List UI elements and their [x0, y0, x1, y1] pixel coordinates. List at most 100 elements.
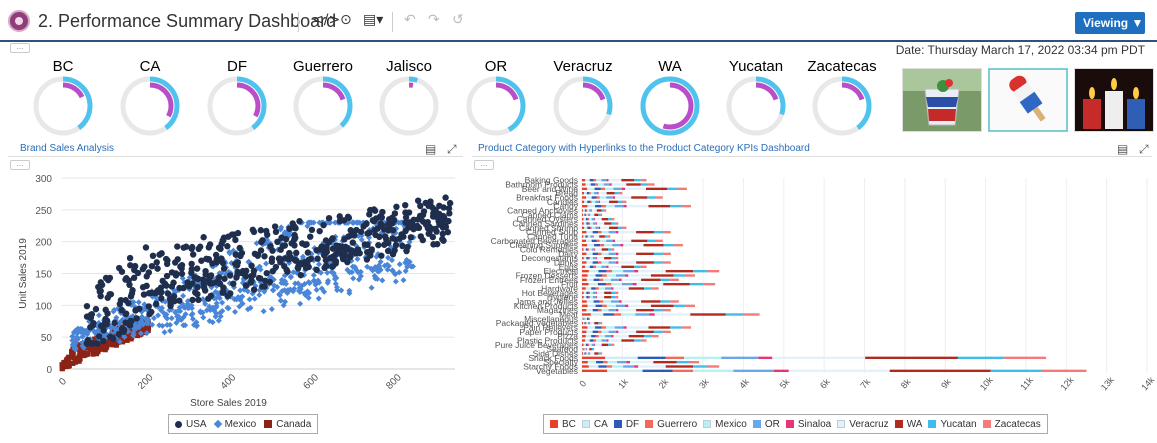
- bar-segment[interactable]: [589, 256, 593, 260]
- bar-segment[interactable]: [586, 300, 594, 303]
- bar-segment[interactable]: [583, 235, 586, 238]
- bar-segment[interactable]: [614, 204, 624, 208]
- data-point-usa[interactable]: [402, 201, 409, 209]
- data-point-usa[interactable]: [233, 262, 241, 269]
- bar-segment[interactable]: [588, 222, 590, 225]
- data-point-canada[interactable]: [109, 342, 115, 348]
- bar-segment[interactable]: [646, 187, 667, 191]
- bar-segment[interactable]: [634, 269, 639, 273]
- data-point-usa[interactable]: [389, 235, 396, 242]
- bar-segment[interactable]: [587, 204, 596, 208]
- bar-segment[interactable]: [597, 191, 599, 195]
- bar-segment[interactable]: [990, 369, 1042, 373]
- bar-segment[interactable]: [598, 352, 601, 355]
- data-point-usa[interactable]: [259, 283, 266, 290]
- data-point-usa[interactable]: [291, 236, 298, 243]
- bar-segment[interactable]: [594, 243, 601, 247]
- bar-segment[interactable]: [609, 226, 618, 230]
- bar-segment[interactable]: [588, 295, 590, 299]
- data-point-usa[interactable]: [131, 262, 139, 270]
- reset-icon[interactable]: ↺: [452, 12, 464, 28]
- data-point-usa[interactable]: [332, 260, 339, 267]
- bar-segment[interactable]: [582, 330, 587, 334]
- data-point-usa[interactable]: [267, 243, 274, 250]
- bar-segment[interactable]: [651, 334, 659, 338]
- bar-segment[interactable]: [583, 295, 587, 299]
- bar-segment[interactable]: [587, 243, 595, 247]
- bar-segment[interactable]: [582, 235, 584, 238]
- bar-segment[interactable]: [582, 352, 584, 355]
- data-point-usa[interactable]: [168, 269, 176, 276]
- bar-segment[interactable]: [693, 365, 707, 368]
- bar-segment[interactable]: [621, 282, 633, 286]
- bar-segment[interactable]: [589, 213, 591, 217]
- bar-segment[interactable]: [585, 183, 591, 186]
- bar-segment[interactable]: [597, 330, 602, 334]
- data-point-usa[interactable]: [134, 269, 142, 277]
- bar-segment[interactable]: [582, 282, 589, 286]
- data-point-usa[interactable]: [382, 233, 389, 240]
- bar-segment[interactable]: [618, 191, 623, 195]
- bar-segment[interactable]: [592, 261, 598, 264]
- bar-segment[interactable]: [631, 196, 648, 199]
- bar-segment[interactable]: [665, 365, 694, 368]
- bar-segment[interactable]: [607, 360, 618, 364]
- bar-segment[interactable]: [596, 256, 605, 260]
- bar-segment[interactable]: [594, 248, 596, 251]
- bar-segment[interactable]: [582, 369, 608, 373]
- data-point-usa[interactable]: [203, 255, 210, 263]
- data-point-usa[interactable]: [283, 266, 290, 274]
- bar-segment[interactable]: [589, 321, 591, 325]
- bar-segment[interactable]: [585, 213, 587, 217]
- data-point-usa[interactable]: [425, 202, 432, 210]
- data-point-usa[interactable]: [417, 202, 424, 210]
- data-point-usa[interactable]: [220, 265, 228, 272]
- bar-segment[interactable]: [586, 291, 589, 295]
- bar-segment[interactable]: [582, 196, 587, 199]
- bar-segment[interactable]: [772, 356, 866, 360]
- bar-segment[interactable]: [583, 222, 587, 225]
- bar-segment[interactable]: [586, 347, 590, 351]
- bar-segment[interactable]: [618, 261, 637, 264]
- bar-segment[interactable]: [648, 204, 671, 208]
- bar-segment[interactable]: [585, 217, 588, 221]
- bar-segment[interactable]: [591, 248, 595, 251]
- data-point-usa[interactable]: [152, 300, 160, 308]
- bar-segment[interactable]: [653, 360, 677, 364]
- data-point-usa[interactable]: [118, 268, 126, 275]
- data-point-usa[interactable]: [217, 245, 224, 253]
- bar-segment[interactable]: [692, 369, 734, 373]
- bar-segment[interactable]: [582, 204, 588, 208]
- bar-segment[interactable]: [591, 239, 597, 243]
- bar-segment[interactable]: [582, 321, 584, 325]
- bar-segment[interactable]: [587, 248, 590, 251]
- data-point-usa[interactable]: [367, 252, 374, 259]
- bar-segment[interactable]: [595, 287, 599, 290]
- bar-segment[interactable]: [586, 196, 592, 199]
- bar-segment[interactable]: [592, 235, 594, 238]
- viewing-mode-dropdown[interactable]: Viewing ▼: [1075, 12, 1145, 34]
- data-point-usa[interactable]: [132, 307, 139, 314]
- data-point-usa[interactable]: [120, 326, 128, 334]
- kpi-gauge[interactable]: [810, 74, 874, 138]
- data-point-usa[interactable]: [174, 243, 181, 250]
- bar-segment[interactable]: [582, 243, 588, 247]
- bar-segment[interactable]: [641, 300, 661, 303]
- legend-item[interactable]: Guerrero: [645, 419, 697, 430]
- bar-segment[interactable]: [608, 308, 616, 312]
- data-point-usa[interactable]: [320, 221, 327, 229]
- bar-segment[interactable]: [595, 304, 603, 308]
- data-point-usa[interactable]: [226, 272, 234, 279]
- bar-segment[interactable]: [601, 252, 609, 256]
- bar-segment[interactable]: [611, 278, 619, 282]
- bar-segment[interactable]: [586, 352, 589, 355]
- bar-segment[interactable]: [641, 278, 661, 282]
- bar-segment[interactable]: [626, 204, 649, 208]
- legend-item-canada[interactable]: Canada: [264, 419, 311, 430]
- bar-segment[interactable]: [586, 278, 594, 282]
- data-point-usa[interactable]: [107, 333, 114, 340]
- bar-segment[interactable]: [625, 187, 647, 191]
- bar-segment[interactable]: [586, 230, 593, 234]
- data-point-usa[interactable]: [189, 251, 197, 258]
- data-point-usa[interactable]: [111, 319, 118, 327]
